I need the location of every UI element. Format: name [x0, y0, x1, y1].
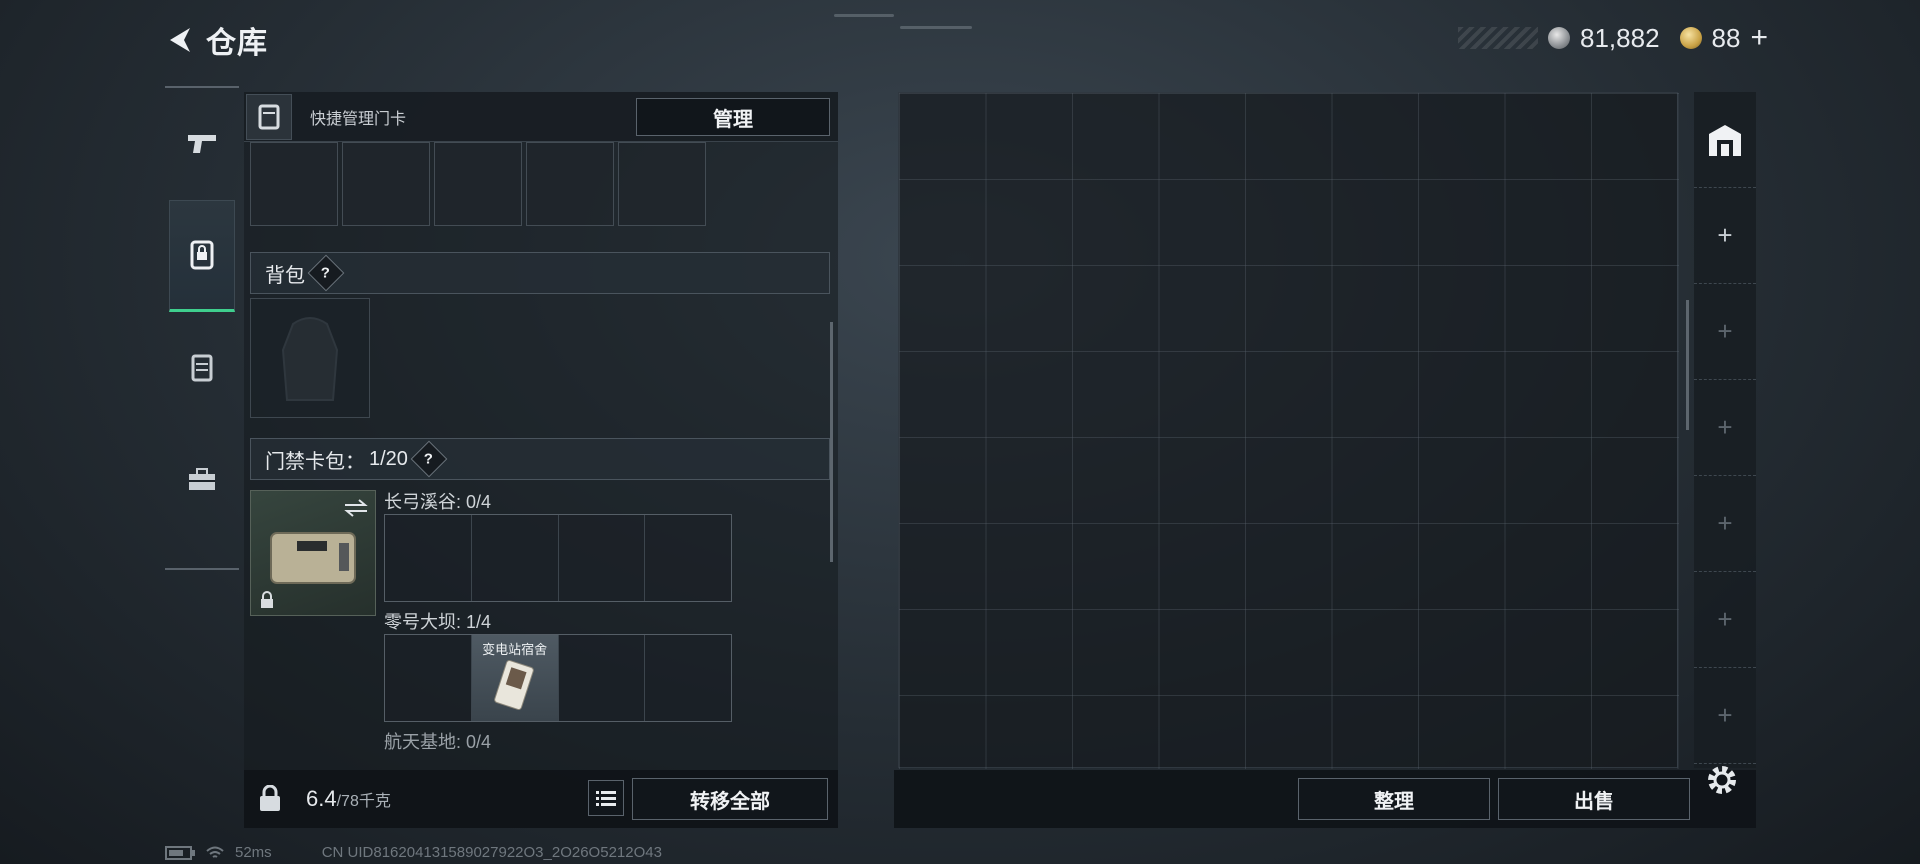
- back-chevron-icon[interactable]: [160, 20, 200, 60]
- rail-item-backpack[interactable]: [169, 200, 235, 312]
- latency-value: 52ms: [235, 844, 272, 861]
- storage-footer: 整理 出售: [894, 770, 1756, 828]
- keycard-case-item[interactable]: [250, 490, 376, 616]
- vest-icon: [191, 354, 213, 382]
- storage-scrollbar[interactable]: [1686, 300, 1689, 430]
- transfer-all-button[interactable]: 转移全部: [632, 778, 828, 820]
- keycard-count: 1/20: [369, 447, 408, 470]
- sort-button[interactable]: 整理: [1298, 778, 1490, 820]
- storage-tab-main[interactable]: [1694, 92, 1756, 188]
- list-view-button[interactable]: [588, 780, 624, 816]
- currency-bar: 81,882 88 +: [1458, 20, 1768, 56]
- pistol-icon: [188, 135, 216, 153]
- keycard-slot[interactable]: [645, 515, 731, 601]
- gold-coin-icon: [1679, 27, 1702, 49]
- keycard-slot-substation-dorm[interactable]: 变电站宿舍: [471, 635, 559, 721]
- wifi-icon: [206, 846, 224, 858]
- equipment-slot[interactable]: [250, 142, 338, 226]
- add-storage-tab-button[interactable]: +: [1694, 284, 1756, 380]
- user-uid: CN UID816204131589027922O3_2O26O5212O43: [321, 844, 662, 861]
- storage-grid[interactable]: [899, 93, 1679, 769]
- map-label-space-base: 航天基地: 0/4: [384, 732, 492, 752]
- rail-item-vest[interactable]: [165, 312, 239, 424]
- warehouse-icon: [1709, 124, 1741, 156]
- keycard-case-image: [270, 532, 356, 584]
- add-storage-tab-button[interactable]: +: [1694, 188, 1756, 284]
- page-title: 仓库: [206, 27, 268, 60]
- keycard-image: [493, 660, 534, 710]
- keycard-slot[interactable]: [385, 635, 472, 721]
- top-bar: 仓库: [160, 18, 268, 62]
- keycard-row-zero-dam: 变电站宿舍: [384, 634, 732, 722]
- status-bar: 52ms CN UID816204131589027922O3_2O26O521…: [165, 844, 662, 861]
- inventory-footer: 6.4/78千克 转移全部: [244, 770, 838, 828]
- add-storage-tab-button[interactable]: +: [1694, 668, 1756, 764]
- settings-gear-icon[interactable]: [1704, 762, 1744, 802]
- category-rail: [165, 86, 239, 570]
- keycard-slot[interactable]: [558, 515, 646, 601]
- help-icon[interactable]: ?: [410, 440, 448, 478]
- rail-item-toolbox[interactable]: [165, 424, 239, 536]
- keycard-name: 变电站宿舍: [482, 642, 548, 657]
- help-icon[interactable]: ?: [307, 254, 345, 292]
- inventory-scrollbar[interactable]: [830, 322, 833, 562]
- keycard-slot[interactable]: [645, 635, 731, 721]
- weight-lock-icon: [244, 773, 296, 825]
- keycard-row-longbow-valley: [384, 514, 732, 602]
- map-label-longbow-valley: 长弓溪谷: 0/4: [384, 492, 492, 512]
- add-currency-button[interactable]: +: [1750, 23, 1768, 53]
- toolbox-icon: [189, 468, 215, 490]
- add-storage-tab-button[interactable]: +: [1694, 476, 1756, 572]
- battery-icon: [165, 845, 195, 860]
- swap-icon: [344, 499, 368, 517]
- backpack-slot[interactable]: [250, 298, 370, 418]
- storage-tab-column: + + + + + +: [1694, 92, 1756, 768]
- rail-item-weapons[interactable]: [165, 88, 239, 200]
- keycard-quick-manage-header: 快捷管理门卡 管理: [244, 92, 838, 142]
- quick-manage-label: 快捷管理门卡: [310, 110, 407, 128]
- list-icon: [596, 791, 616, 806]
- equipment-slot[interactable]: [342, 142, 430, 226]
- gold-amount: 88: [1711, 22, 1741, 53]
- carry-capacity: /78千克: [336, 793, 391, 810]
- backpack-section-title: 背包: [265, 264, 305, 287]
- manage-button[interactable]: 管理: [636, 98, 830, 136]
- keycard-section-header: 门禁卡包： 1/20 ?: [250, 438, 830, 480]
- hatch-decoration: [1458, 27, 1539, 49]
- storage-grid-panel: [898, 92, 1679, 769]
- keycard-slot[interactable]: [558, 635, 646, 721]
- background-streak: [900, 26, 972, 29]
- keycard-slot[interactable]: [385, 515, 472, 601]
- keycard-section-label: 门禁卡包：: [265, 450, 365, 473]
- backpack-section-header: 背包 ?: [250, 252, 830, 294]
- keycard-slot[interactable]: [471, 515, 559, 601]
- backpack-silhouette-icon: [281, 317, 339, 401]
- lock-icon: [261, 591, 273, 608]
- map-label-zero-dam: 零号大坝: 1/4: [384, 612, 492, 632]
- keycard-case-icon: [246, 93, 292, 140]
- add-storage-tab-button[interactable]: +: [1694, 572, 1756, 668]
- sell-button[interactable]: 出售: [1498, 778, 1690, 820]
- carry-weight: 6.4/78千克: [306, 786, 391, 811]
- add-storage-tab-button[interactable]: +: [1694, 380, 1756, 476]
- silver-coin-icon: [1548, 27, 1571, 49]
- equipment-slot[interactable]: [618, 142, 706, 226]
- inventory-panel: 快捷管理门卡 管理 背包 ? 门禁卡包： 1/20 ? 长弓溪谷: 0/4 零号…: [244, 92, 838, 828]
- equipment-slot[interactable]: [526, 142, 614, 226]
- backpack-lock-icon: [190, 240, 214, 270]
- background-streak: [834, 14, 894, 17]
- silver-amount: 81,882: [1580, 22, 1660, 53]
- equipment-slot[interactable]: [434, 142, 522, 226]
